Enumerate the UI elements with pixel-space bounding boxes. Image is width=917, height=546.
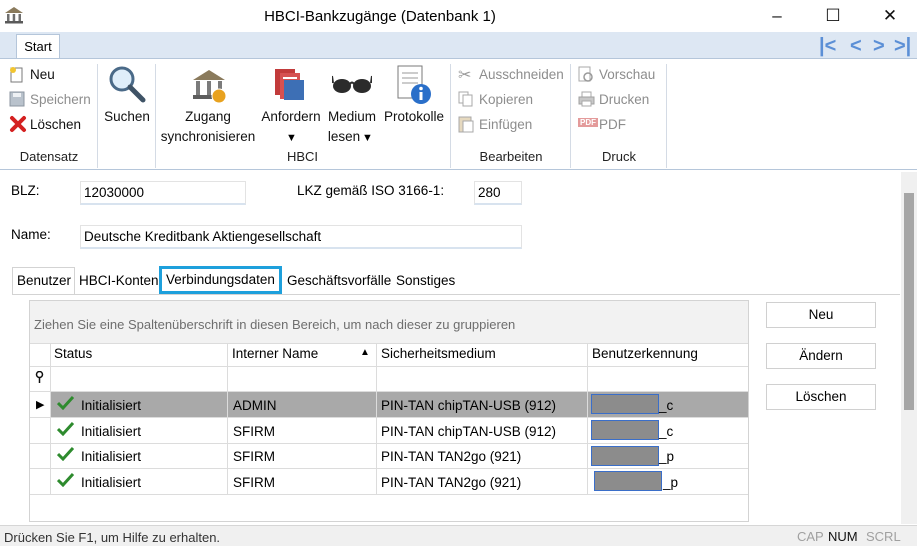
close-button[interactable]: ✕ xyxy=(867,0,913,32)
cell-status: Initialisiert xyxy=(81,449,142,464)
cell-interner-name: SFIRM xyxy=(233,449,275,464)
minimize-button[interactable]: – xyxy=(754,0,800,32)
ribbon-tab-row xyxy=(0,32,917,58)
cell-sicherheitsmedium: PIN-TAN chipTAN-USB (912) xyxy=(381,424,557,439)
name-input[interactable]: Deutsche Kreditbank Aktiengesellschaft xyxy=(80,225,522,249)
redacted-block xyxy=(594,471,662,491)
group-label-hbci: HBCI xyxy=(286,149,319,164)
blz-label: BLZ: xyxy=(11,183,40,198)
sort-ascending-icon: ▲ xyxy=(360,347,370,358)
nav-first-icon[interactable]: |< xyxy=(819,35,836,58)
group-label-druck: Druck xyxy=(602,149,636,164)
cell-interner-name: SFIRM xyxy=(233,424,275,439)
cell-sicherheitsmedium: PIN-TAN TAN2go (921) xyxy=(381,449,522,464)
glasses-icon xyxy=(332,75,372,93)
tab-sonstiges[interactable]: Sonstiges xyxy=(396,272,455,294)
cell-status: Initialisiert xyxy=(81,475,142,490)
nav-prev-icon[interactable]: < xyxy=(850,35,862,58)
scrollbar-thumb[interactable] xyxy=(904,193,914,410)
dropdown-arrow-icon: ▼ xyxy=(362,132,373,144)
nav-next-icon[interactable]: > xyxy=(873,35,885,58)
checkmark-icon xyxy=(56,421,75,439)
cell-benutzerkennung: _c xyxy=(659,398,674,413)
documents-request-icon xyxy=(275,69,304,100)
new-document-icon xyxy=(10,67,23,83)
ribbon-separator xyxy=(97,64,98,168)
ribbon-separator xyxy=(666,64,667,168)
suchen-button[interactable]: Suchen xyxy=(101,62,153,132)
group-hint: Ziehen Sie eine Spaltenüberschrift in di… xyxy=(34,317,516,332)
redacted-block xyxy=(591,420,659,440)
filter-icon[interactable] xyxy=(35,370,44,386)
ribbon-tab-start[interactable]: Start xyxy=(16,34,60,59)
grid-line xyxy=(30,343,748,344)
anfordern-button[interactable]: Anfordern ▼ xyxy=(258,62,324,148)
save-icon xyxy=(9,91,25,107)
grid-line xyxy=(30,494,748,495)
preview-icon xyxy=(578,66,593,82)
ribbon-separator xyxy=(570,64,571,168)
checkmark-icon xyxy=(56,446,75,464)
name-label: Name: xyxy=(11,227,51,242)
bank-sync-icon xyxy=(193,70,227,104)
cell-sicherheitsmedium: PIN-TAN TAN2go (921) xyxy=(381,475,522,490)
pdf-icon: PDF xyxy=(578,118,598,127)
caps-indicator: CAP xyxy=(797,529,824,544)
status-text: Drücken Sie F1, um Hilfe zu erhalten. xyxy=(4,530,221,545)
checkmark-icon xyxy=(56,472,75,490)
medium-lesen-button[interactable]: Medium lesen ▼ xyxy=(324,62,380,148)
cell-benutzerkennung: _p xyxy=(663,475,679,490)
ribbon-separator xyxy=(450,64,451,168)
loeschen-side-button[interactable]: Löschen xyxy=(766,384,876,410)
scissors-icon: ✂ xyxy=(458,67,472,84)
redacted-block xyxy=(591,446,659,466)
redacted-block xyxy=(591,394,659,414)
blz-input[interactable]: 12030000 xyxy=(80,181,246,205)
delete-x-icon xyxy=(10,116,26,132)
paste-icon xyxy=(458,116,474,133)
nav-last-icon[interactable]: >| xyxy=(894,35,911,58)
grid-line xyxy=(30,366,748,367)
cell-benutzerkennung: _p xyxy=(659,449,675,464)
tab-baseline xyxy=(12,294,900,295)
checkmark-icon xyxy=(56,395,75,413)
column-header-sicherheitsmedium[interactable]: Sicherheitsmedium xyxy=(381,346,496,361)
cell-sicherheitsmedium: PIN-TAN chipTAN-USB (912) xyxy=(381,398,557,413)
column-header-status[interactable]: Status xyxy=(54,346,92,361)
cell-status: Initialisiert xyxy=(81,424,142,439)
dropdown-arrow-icon: ▼ xyxy=(286,132,297,144)
cell-interner-name: ADMIN xyxy=(233,398,277,413)
column-header-interner-name[interactable]: Interner Name xyxy=(232,346,318,361)
zugang-synchronisieren-button[interactable]: Zugang synchronisieren xyxy=(158,62,258,148)
lkz-input[interactable]: 280 xyxy=(474,181,522,205)
tab-hbci-konten[interactable]: HBCI-Konten xyxy=(79,272,159,294)
num-indicator: NUM xyxy=(828,529,858,544)
cell-status: Initialisiert xyxy=(81,398,142,413)
window-title: HBCI-Bankzugänge (Datenbank 1) xyxy=(264,8,496,25)
tab-verbindungsdaten[interactable]: Verbindungsdaten xyxy=(159,266,282,294)
cell-interner-name: SFIRM xyxy=(233,475,275,490)
printer-icon xyxy=(578,91,595,107)
group-label-datensatz: Datensatz xyxy=(19,149,79,164)
aendern-side-button[interactable]: Ändern xyxy=(766,343,876,369)
magnifier-icon xyxy=(109,66,146,103)
tab-geschaeftsvorfaelle[interactable]: Geschäftsvorfälle xyxy=(287,272,391,294)
maximize-button[interactable]: ☐ xyxy=(810,0,856,32)
protokolle-button[interactable]: Protokolle xyxy=(380,62,448,148)
lkz-label: LKZ gemäß ISO 3166-1: xyxy=(297,183,445,198)
cell-benutzerkennung: _c xyxy=(659,424,674,439)
neu-side-button[interactable]: Neu xyxy=(766,302,876,328)
tab-benutzer[interactable]: Benutzer xyxy=(17,272,71,294)
protocol-info-icon xyxy=(397,65,431,104)
column-header-benutzerkennung[interactable]: Benutzerkennung xyxy=(592,346,698,361)
copy-icon xyxy=(458,91,473,107)
group-label-bearbeiten: Bearbeiten xyxy=(479,149,543,164)
scroll-indicator: SCRL xyxy=(866,529,901,544)
